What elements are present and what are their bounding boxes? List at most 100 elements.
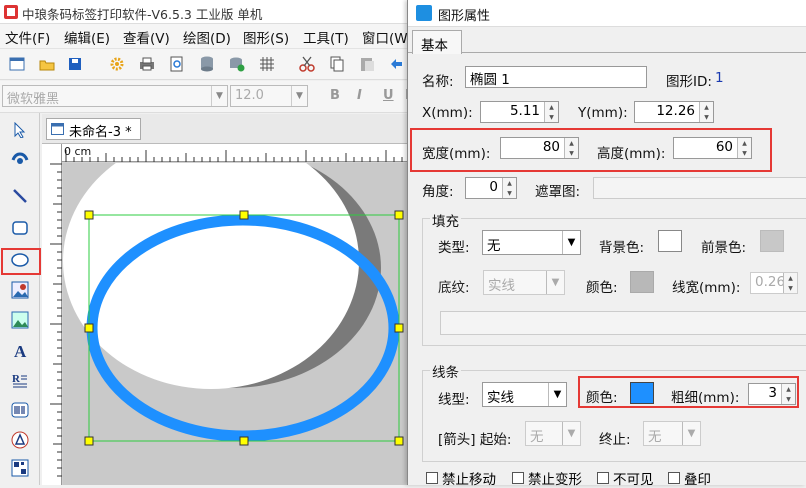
print-preview-icon[interactable]: [168, 55, 186, 73]
print-icon[interactable]: [138, 55, 156, 73]
picture-tool-icon[interactable]: [9, 309, 31, 331]
svg-text:A: A: [14, 342, 27, 359]
menu-view[interactable]: 查看(V): [123, 27, 170, 47]
cut-icon[interactable]: [298, 55, 316, 73]
dialog-title: 图形属性: [438, 9, 491, 24]
undo-icon[interactable]: [388, 55, 406, 73]
x-value: 5.11: [509, 103, 540, 119]
overprint-checkbox[interactable]: 叠印: [668, 468, 711, 488]
menu-draw[interactable]: 绘图(D): [183, 27, 231, 47]
font-name-value: 微软雅黑: [7, 92, 60, 107]
menu-file[interactable]: 文件(F): [5, 27, 50, 47]
line-style-select[interactable]: 实线 ▼: [482, 382, 567, 407]
mask-input[interactable]: [593, 177, 806, 199]
fill-linewidth-label: 线宽(mm):: [672, 280, 741, 296]
bg-color-label: 背景色:: [599, 240, 645, 256]
thickness-spinner[interactable]: ▲ ▼: [781, 384, 795, 404]
fill-color-label: 颜色:: [586, 280, 618, 296]
line-color-swatch[interactable]: [630, 382, 654, 404]
y-input[interactable]: 12.26 ▲ ▼: [634, 101, 714, 123]
height-label: 高度(mm):: [597, 146, 666, 162]
angle-input[interactable]: 0 ▲ ▼: [465, 177, 517, 199]
thickness-input[interactable]: 3 ▲ ▼: [748, 383, 796, 405]
pattern-select[interactable]: 实线 ▼: [483, 270, 565, 295]
new-icon[interactable]: [8, 55, 26, 73]
checkbox-box: [426, 472, 438, 484]
select-arrow-icon[interactable]: [9, 119, 31, 141]
pan-icon[interactable]: [9, 147, 31, 169]
resize-handle[interactable]: [84, 436, 94, 446]
resize-handle[interactable]: [394, 323, 404, 333]
arrow-start-select[interactable]: 无 ▼: [525, 421, 581, 446]
ruler-ticks: [50, 163, 62, 477]
height-spinner[interactable]: ▲ ▼: [737, 138, 751, 158]
fg-color-swatch[interactable]: [760, 230, 784, 252]
image-tool-icon[interactable]: [9, 279, 31, 301]
save-icon[interactable]: [66, 55, 84, 73]
arrow-end-select[interactable]: 无 ▼: [643, 421, 701, 446]
menu-window[interactable]: 窗口(W: [362, 27, 408, 47]
resize-handle[interactable]: [394, 210, 404, 220]
fill-color-swatch[interactable]: [630, 271, 654, 293]
menu-tools[interactable]: 工具(T): [303, 27, 349, 47]
tab-basic[interactable]: 基本: [412, 30, 462, 54]
resize-handle[interactable]: [84, 210, 94, 220]
resize-handle[interactable]: [84, 323, 94, 333]
invisible-label: 不可见: [613, 472, 654, 488]
menu-shape[interactable]: 图形(S): [243, 27, 289, 47]
menu-bar: 文件(F) 编辑(E) 查看(V) 绘图(D) 图形(S) 工具(T) 窗口(W: [0, 24, 410, 48]
label-workspace[interactable]: [63, 163, 410, 485]
database-icon[interactable]: [198, 55, 216, 73]
lock-move-label: 禁止移动: [442, 472, 496, 488]
font-size-select[interactable]: 12.0 ▼: [230, 85, 308, 107]
design-canvas: [63, 163, 404, 446]
fg-color-label: 前景色:: [701, 240, 747, 256]
triangle-tool-icon[interactable]: [9, 429, 31, 451]
width-input[interactable]: 80 ▲ ▼: [500, 137, 579, 159]
x-spinner[interactable]: ▲ ▼: [544, 102, 558, 122]
fill-type-select[interactable]: 无 ▼: [482, 230, 581, 255]
resize-handle[interactable]: [394, 436, 404, 446]
paragraph-tool-icon[interactable]: R: [9, 369, 31, 391]
line-color-label: 颜色:: [586, 390, 618, 406]
text-tool-icon[interactable]: A: [9, 339, 31, 361]
grid-icon[interactable]: [258, 55, 276, 73]
copy-icon[interactable]: [328, 55, 346, 73]
height-input[interactable]: 60 ▲ ▼: [673, 137, 752, 159]
rectangle-tool-icon[interactable]: [9, 217, 31, 239]
name-input[interactable]: 椭圆 1: [465, 66, 647, 88]
underline-button[interactable]: U: [383, 88, 394, 103]
paste-icon[interactable]: [358, 55, 376, 73]
bold-button[interactable]: B: [330, 88, 340, 103]
lock-move-checkbox[interactable]: 禁止移动: [426, 468, 496, 488]
database-connect-icon[interactable]: [228, 55, 246, 73]
lock-resize-checkbox[interactable]: 禁止变形: [512, 468, 582, 488]
x-input[interactable]: 5.11 ▲ ▼: [480, 101, 559, 123]
overprint-label: 叠印: [684, 472, 711, 488]
svg-text:R: R: [12, 373, 21, 385]
arrow-end-label: 终止:: [599, 432, 631, 448]
barcode-tool-icon[interactable]: [9, 399, 31, 421]
menu-edit[interactable]: 编辑(E): [64, 27, 110, 47]
invisible-checkbox[interactable]: 不可见: [597, 468, 654, 488]
fill-type-label: 类型:: [438, 240, 470, 256]
open-icon[interactable]: [38, 55, 56, 73]
document-tab[interactable]: 未命名-3 *: [46, 118, 141, 140]
font-name-select[interactable]: 微软雅黑 ▼: [2, 85, 228, 107]
width-spinner[interactable]: ▲ ▼: [564, 138, 578, 158]
y-spinner[interactable]: ▲ ▼: [699, 102, 713, 122]
thickness-label: 粗细(mm):: [671, 390, 740, 406]
qrcode-tool-icon[interactable]: [9, 457, 31, 479]
settings-icon[interactable]: [108, 55, 126, 73]
bg-color-swatch[interactable]: [658, 230, 682, 252]
resize-handle[interactable]: [239, 436, 249, 446]
italic-button[interactable]: I: [357, 88, 362, 103]
resize-handle[interactable]: [239, 210, 249, 220]
height-value: 60: [715, 139, 733, 155]
angle-spinner[interactable]: ▲ ▼: [502, 178, 516, 198]
line-tool-icon[interactable]: [9, 185, 31, 207]
fill-type-value: 无: [487, 238, 501, 254]
fill-linewidth-spinner[interactable]: ▲ ▼: [783, 273, 797, 293]
fill-linewidth-input[interactable]: 0.26 ▲ ▼: [750, 272, 798, 294]
horizontal-ruler: 0 cm: [62, 144, 410, 162]
